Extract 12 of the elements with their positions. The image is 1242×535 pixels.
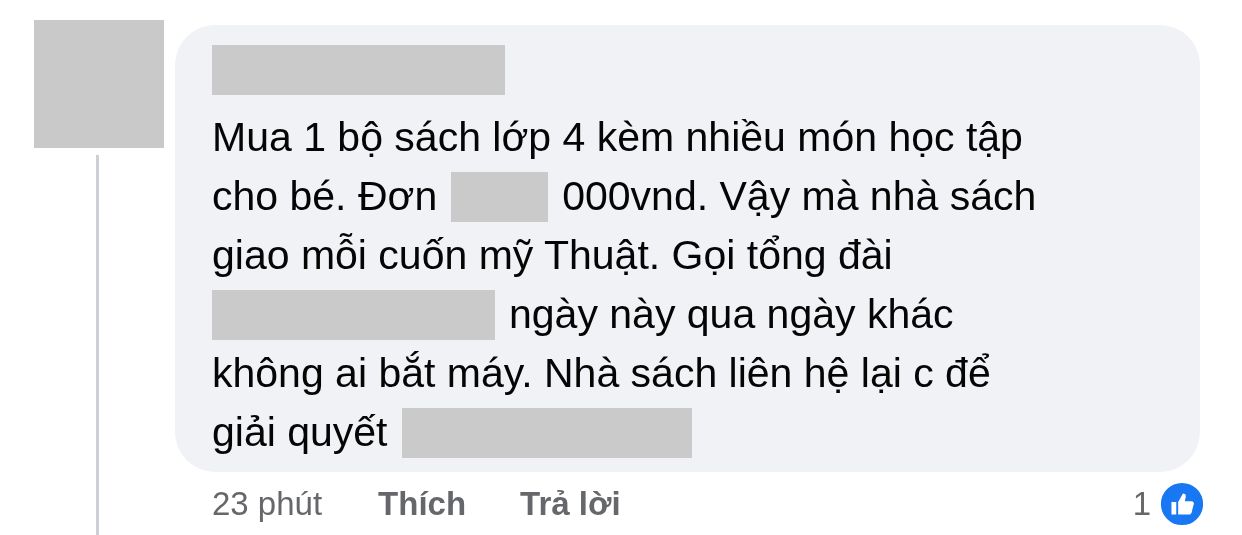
comment-text: cho bé. Đơn: [212, 172, 438, 221]
thumbs-up-icon[interactable]: [1159, 480, 1205, 527]
action-link[interactable]: Trả lời: [520, 478, 621, 529]
timestamp: 23 phút: [212, 483, 323, 524]
comment-text: ngày này qua ngày khác: [509, 290, 954, 339]
comment-text: không ai bắt máy. Nhà sách liên hệ lại c để: [212, 349, 991, 398]
reaction-count: 1: [1132, 483, 1151, 524]
comment-text: 000vnd. Vậy mà nhà sách: [562, 172, 1037, 221]
comment-text: giải quyết: [212, 408, 388, 457]
comment-text: giao mỗi cuốn mỹ Thuật. Gọi tổng đài: [212, 231, 893, 280]
action-link[interactable]: Thích: [378, 478, 467, 529]
comment-text: Mua 1 bộ sách lớp 4 kèm nhiều món học tập: [212, 113, 1023, 162]
